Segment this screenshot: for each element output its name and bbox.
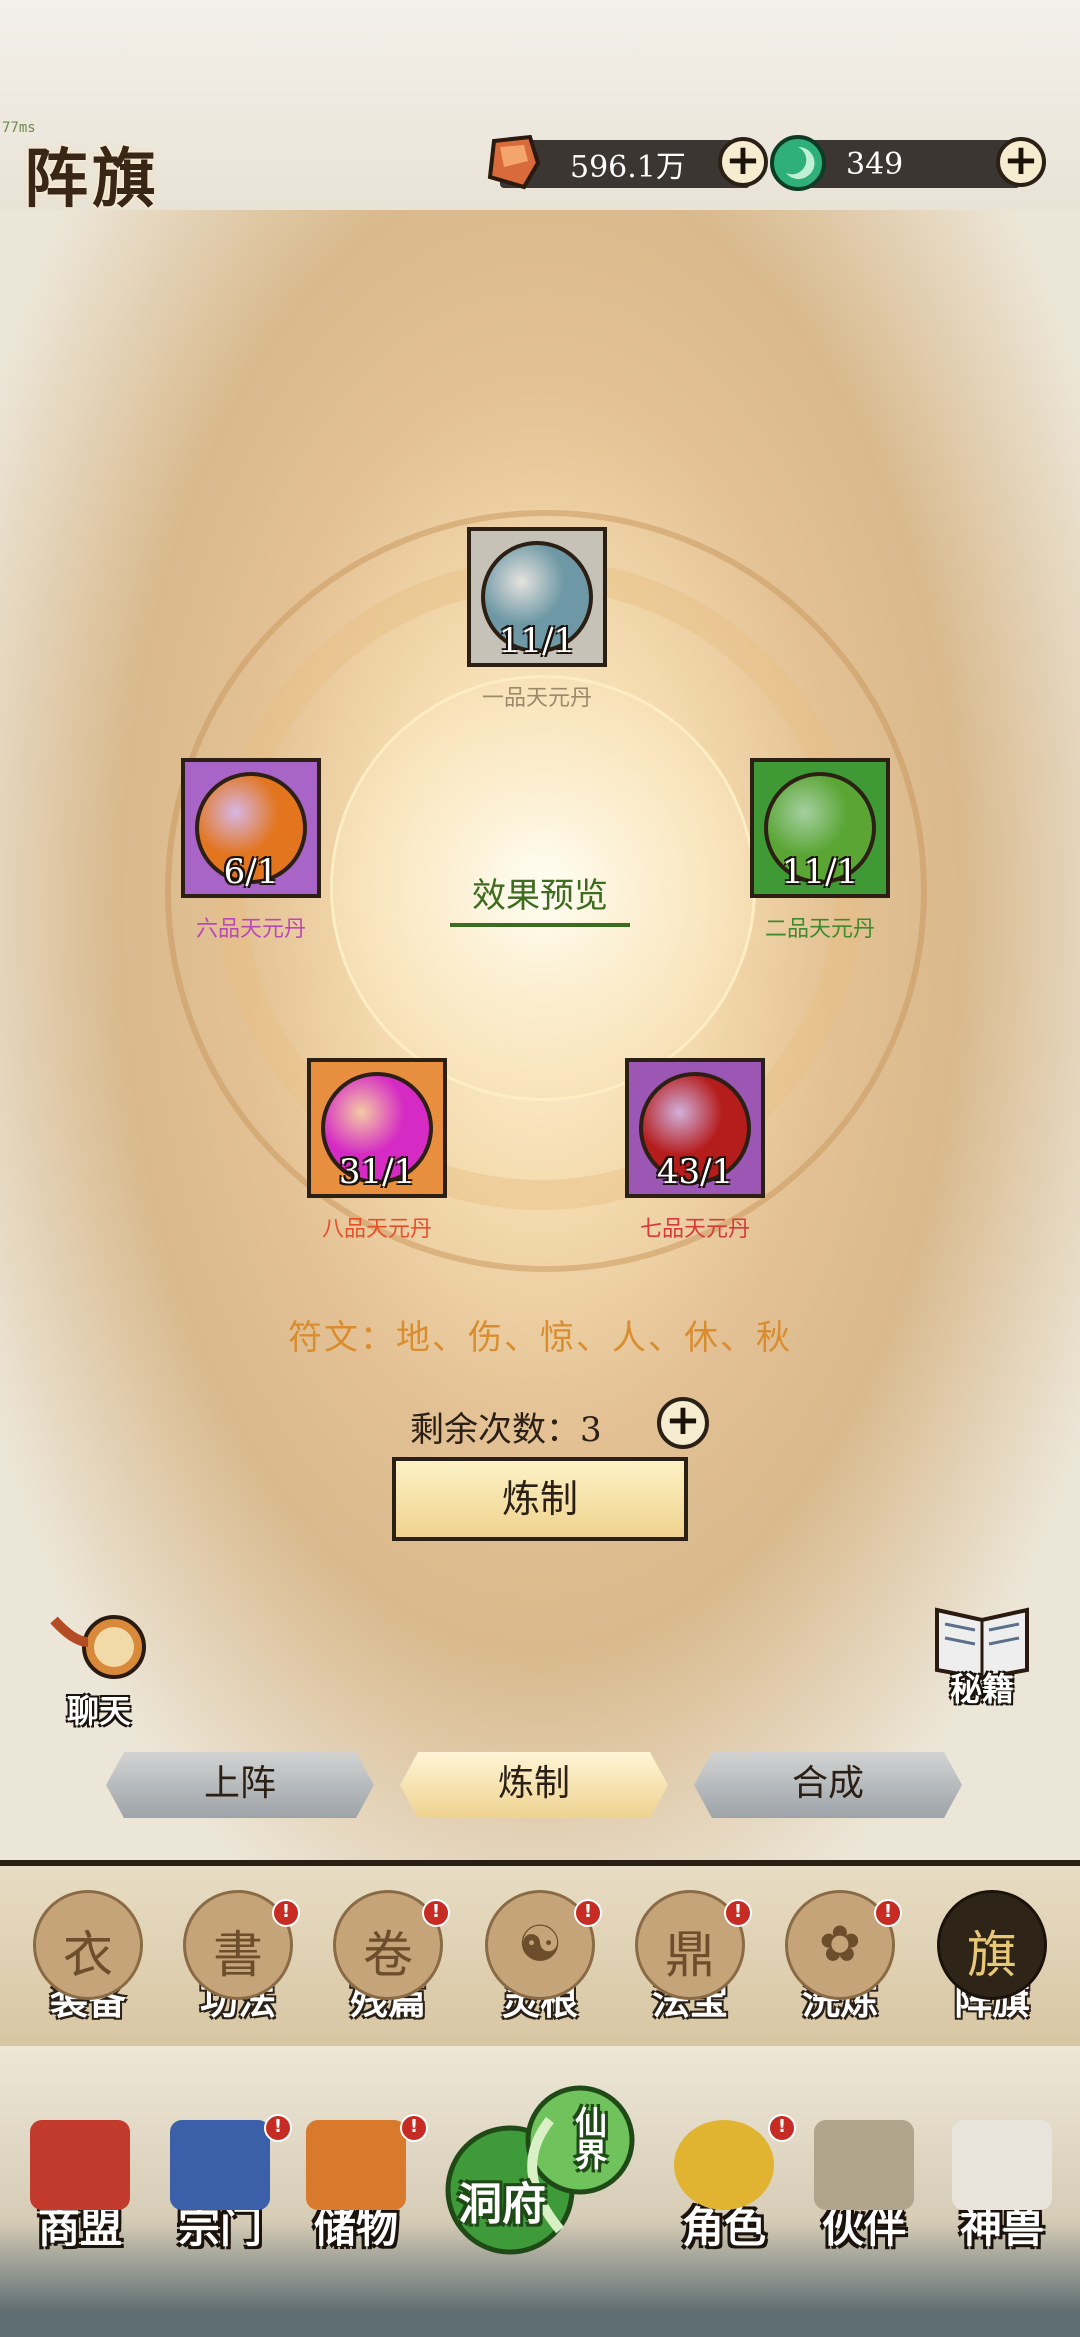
formation-slot-2[interactable]: 6/1 <box>181 758 321 898</box>
spirit-stone-icon <box>487 134 541 190</box>
nav-divine-beast[interactable]: 神兽 <box>932 2120 1072 2255</box>
cauldron-icon: 鼎 <box>665 1926 715 1984</box>
slot-label: 八品天元丹 <box>321 1217 432 1242</box>
slot-count: 31/1 <box>338 1152 416 1192</box>
chat-button[interactable]: 聊天 <box>44 1612 154 1732</box>
effect-preview-link[interactable]: 效果预览 <box>450 868 630 927</box>
notification-badge: ! <box>874 1899 902 1927</box>
secrets-button[interactable]: 秘籍 <box>922 1600 1042 1710</box>
nav-storage[interactable]: ! 储物 <box>286 2114 428 2255</box>
banner-icon: ! <box>170 2114 292 2210</box>
nav-partners[interactable]: 伙伴 <box>794 2120 934 2255</box>
flower-icon: ✿ <box>819 1915 861 1973</box>
tab-refine[interactable]: 炼制 <box>400 1752 668 1818</box>
subnav-reforge[interactable]: ✿ ! 洗炼 <box>780 1890 902 2025</box>
notification-badge: ! <box>768 2114 796 2142</box>
slot-count: 43/1 <box>656 1152 734 1192</box>
chat-label: 聊天 <box>66 1692 131 1730</box>
subnav-artifacts[interactable]: 鼎 ! 法宝 <box>630 1890 752 2025</box>
cave-label: 洞府 <box>458 2179 546 2230</box>
slot-label: 六品天元丹 <box>195 917 306 942</box>
slot-label: 二品天元丹 <box>764 917 875 942</box>
scroll-icon: 卷 <box>363 1926 413 1984</box>
portrait-icon <box>814 2120 914 2210</box>
subnav-equipment[interactable]: 衣 装备 <box>28 1890 148 2025</box>
page-title: 阵旗 <box>24 142 160 217</box>
cave-realm-switch[interactable]: 洞府 仙界 <box>440 2080 640 2260</box>
yin-yang-icon: ☯ <box>517 1915 563 1973</box>
formation-slot-1[interactable]: 11/1 <box>467 527 607 667</box>
hat-icon: ! <box>674 2114 796 2210</box>
add-spirit-stone-button[interactable]: + <box>718 137 768 187</box>
slot-count: 11/1 <box>781 852 859 892</box>
nav-character[interactable]: ! 角色 <box>654 2114 796 2255</box>
formation-slot-3[interactable]: 11/1 <box>750 758 890 898</box>
notification-badge: ! <box>272 1899 300 1927</box>
nav-merchant-alliance[interactable]: 商盟 <box>10 2120 150 2255</box>
formation-slot-4[interactable]: 31/1 <box>307 1058 447 1198</box>
slot-count: 6/1 <box>223 852 279 892</box>
flag-icon: 旗 <box>967 1926 1017 1984</box>
tab-deploy[interactable]: 上阵 <box>106 1752 374 1818</box>
notification-badge: ! <box>574 1899 602 1927</box>
slot-label: 一品天元丹 <box>481 686 592 711</box>
remaining-count: 剩余次数：3 <box>410 1410 602 1450</box>
formation-slot-5[interactable]: 43/1 <box>625 1058 765 1198</box>
rune-list: 符文：地、伤、惊、人、休、秋 <box>288 1318 792 1358</box>
add-jade-button[interactable]: + <box>996 137 1046 187</box>
subnav-fragments[interactable]: 卷 ! 残篇 <box>328 1890 450 2025</box>
notification-badge: ! <box>422 1899 450 1927</box>
subnav-formation-flag[interactable]: 旗 阵旗 <box>932 1890 1052 2025</box>
add-attempts-button[interactable]: + <box>657 1397 709 1449</box>
scroll-book-icon: 書 <box>213 1926 263 1984</box>
tab-synthesize[interactable]: 合成 <box>694 1752 962 1818</box>
subnav-spirit-root[interactable]: ☯ ! 灵根 <box>480 1890 602 2025</box>
gourd-icon <box>50 1615 146 1679</box>
slot-label: 七品天元丹 <box>639 1217 750 1242</box>
subnav-techniques[interactable]: 書 ! 功法 <box>178 1890 300 2025</box>
jade-icon <box>770 135 826 191</box>
realm-label: 仙界 <box>570 2106 608 2170</box>
notification-badge: ! <box>724 1899 752 1927</box>
pavilion-icon <box>30 2120 130 2210</box>
fox-icon <box>952 2120 1052 2210</box>
refine-button[interactable]: 炼制 <box>392 1457 688 1541</box>
notification-badge: ! <box>400 2114 428 2142</box>
slot-count: 11/1 <box>498 621 576 661</box>
robe-icon: 衣 <box>63 1926 113 1984</box>
bag-icon: ! <box>306 2114 428 2210</box>
nav-sect[interactable]: ! 宗门 <box>150 2114 292 2255</box>
